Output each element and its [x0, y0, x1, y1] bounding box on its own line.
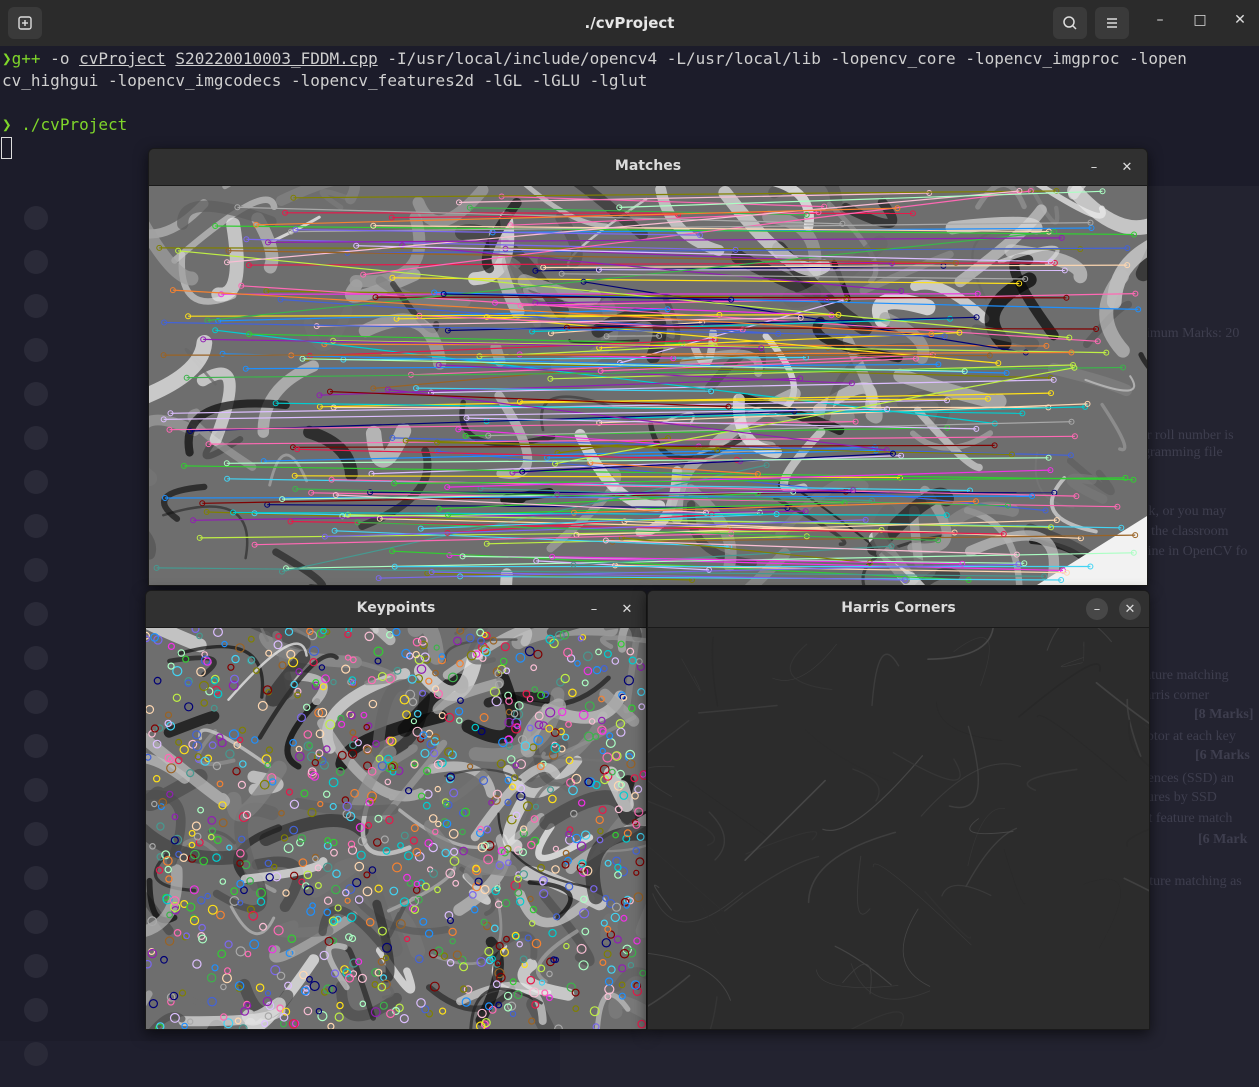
matches-minimize-button[interactable]: –	[1083, 156, 1105, 178]
command-name: g++	[12, 49, 41, 68]
background-sidebar-icon	[24, 514, 48, 538]
terminal-line-1: ❯g++ -o cvProject S20220010003_FDDM.cpp …	[2, 49, 1187, 68]
keypoints-window[interactable]: Keypoints – ✕	[145, 590, 647, 1030]
background-sidebar-icon	[24, 646, 48, 670]
harris-title: Harris Corners	[648, 600, 1149, 616]
background-text-fragment: [8 Marks]	[1194, 707, 1254, 723]
background-sidebar-icon	[24, 910, 48, 934]
keypoints-minimize-button[interactable]: –	[583, 598, 605, 620]
search-icon	[1062, 15, 1078, 31]
background-sidebar-icon	[24, 206, 48, 230]
background-sidebar-icon	[24, 778, 48, 802]
terminal-line-3: ❯ ./cvProject	[2, 115, 127, 134]
close-button[interactable]: ✕	[1229, 12, 1251, 28]
matches-close-button[interactable]: ✕	[1116, 156, 1138, 178]
harris-titlebar[interactable]: Harris Corners – ✕	[648, 591, 1149, 628]
background-text-fragment: sk, or you may	[1143, 504, 1226, 520]
background-text-fragment: ature matching as	[1143, 874, 1242, 890]
command-args: -I/usr/local/include/opencv4 -L/usr/loca…	[378, 49, 1187, 68]
terminal-cursor	[1, 137, 12, 159]
search-button[interactable]	[1053, 7, 1087, 39]
matches-title: Matches	[149, 158, 1147, 174]
command-space	[166, 49, 176, 68]
prompt-symbol: ❯	[2, 49, 12, 68]
command-name: ./cvProject	[21, 115, 127, 134]
background-sidebar-icon	[24, 558, 48, 582]
command-flag: -o	[41, 49, 80, 68]
harris-close-button[interactable]: ✕	[1119, 598, 1141, 620]
background-text-fragment: imum Marks: 20	[1146, 326, 1239, 342]
harris-image[interactable]	[648, 628, 1149, 1029]
background-sidebar-icon	[24, 426, 48, 450]
background-sidebar-icon	[24, 602, 48, 626]
background-text-fragment: r the classroom	[1143, 524, 1229, 540]
background-text-fragment: iptor at each key	[1143, 729, 1236, 745]
keypoints-title: Keypoints	[146, 600, 646, 616]
command-arg-source: S20220010003_FDDM.cpp	[175, 49, 377, 68]
background-text-fragment: fine in OpenCV fo	[1143, 544, 1247, 560]
background-sidebar-icon	[24, 822, 48, 846]
minimize-button[interactable]: –	[1149, 12, 1171, 28]
background-text-fragment: arris corner	[1145, 688, 1209, 704]
harris-window[interactable]: Harris Corners – ✕	[647, 590, 1150, 1030]
background-text-fragment: [6 Marks	[1195, 748, 1250, 764]
background-text-fragment: st feature match	[1143, 811, 1232, 827]
match-line	[285, 213, 913, 214]
image-texture	[648, 628, 1149, 1029]
image-texture	[146, 628, 646, 1029]
keypoints-image[interactable]	[146, 628, 646, 1029]
harris-minimize-button[interactable]: –	[1086, 598, 1108, 620]
terminal-line-2: cv_highgui -lopencv_imgcodecs -lopencv_f…	[2, 71, 647, 90]
background-sidebar-icon	[24, 294, 48, 318]
matches-image[interactable]	[149, 186, 1147, 585]
menu-button[interactable]	[1095, 7, 1129, 39]
background-sidebar-icon	[24, 470, 48, 494]
maximize-button[interactable]: □	[1189, 12, 1211, 28]
background-sidebar-icon	[24, 998, 48, 1022]
background-sidebar-icon	[24, 954, 48, 978]
background-sidebar-icon	[24, 690, 48, 714]
background-text-fragment: ir roll number is	[1143, 428, 1234, 444]
background-sidebar-icon	[24, 382, 48, 406]
background-sidebar-icon	[24, 1042, 48, 1066]
matches-titlebar[interactable]: Matches – ✕	[149, 149, 1147, 186]
hamburger-menu-icon	[1104, 15, 1120, 31]
keypoints-close-button[interactable]: ✕	[616, 598, 638, 620]
prompt-symbol: ❯	[2, 115, 12, 134]
keypoints-titlebar[interactable]: Keypoints – ✕	[146, 591, 646, 628]
background-text-fragment: tures by SSD	[1143, 790, 1217, 806]
terminal-header-bar: ./cvProject – □ ✕	[0, 0, 1259, 47]
background-sidebar-icon	[24, 734, 48, 758]
background-sidebar	[0, 196, 80, 1087]
background-text-fragment: rences (SSD) an	[1143, 771, 1234, 787]
match-line	[376, 297, 1067, 298]
background-text-fragment: gramming file	[1143, 445, 1223, 461]
background-sidebar-icon	[24, 250, 48, 274]
background-text-fragment: [6 Mark	[1198, 832, 1247, 848]
background-sidebar-icon	[24, 338, 48, 362]
command-arg-output: cvProject	[79, 49, 166, 68]
matches-window[interactable]: Matches – ✕	[148, 148, 1148, 586]
background-sidebar-icon	[24, 866, 48, 890]
background-text-fragment: ature matching	[1145, 668, 1229, 684]
